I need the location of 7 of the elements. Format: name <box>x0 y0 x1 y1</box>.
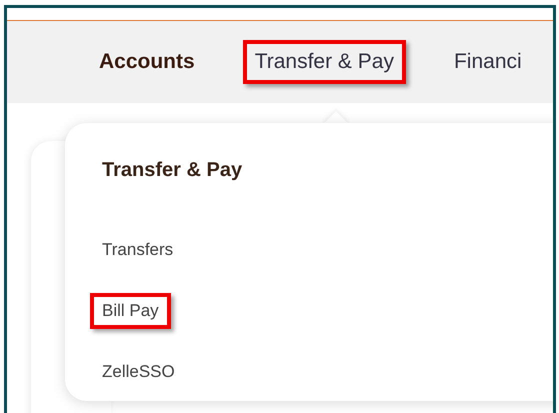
nav-link[interactable]: Financi <box>442 40 534 84</box>
nav-link[interactable]: Transfer & Pay <box>242 40 406 84</box>
menu-item[interactable]: Bill Pay <box>90 293 171 329</box>
menu-item[interactable]: Transfers <box>90 232 186 268</box>
menu-heading: Transfer & Pay <box>102 159 244 182</box>
nav-link[interactable]: Accounts <box>87 40 207 84</box>
menu-item[interactable]: ZelleSSO <box>90 354 187 390</box>
